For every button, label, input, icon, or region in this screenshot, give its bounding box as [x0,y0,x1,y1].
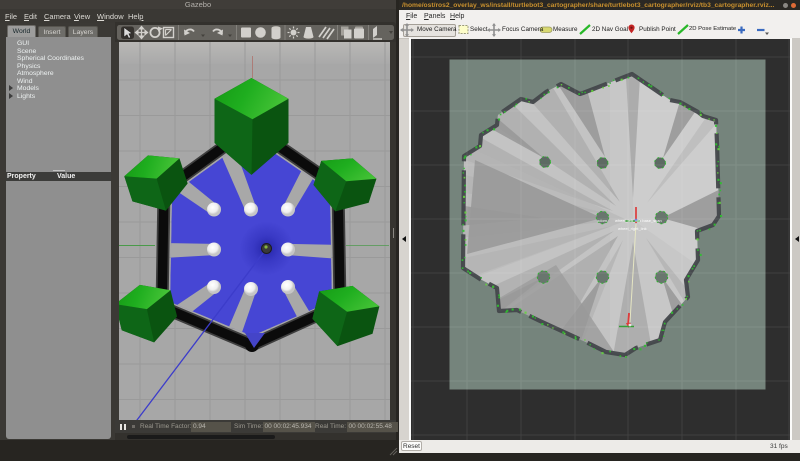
svg-text:wheel_right_link: wheel_right_link [618,226,647,231]
